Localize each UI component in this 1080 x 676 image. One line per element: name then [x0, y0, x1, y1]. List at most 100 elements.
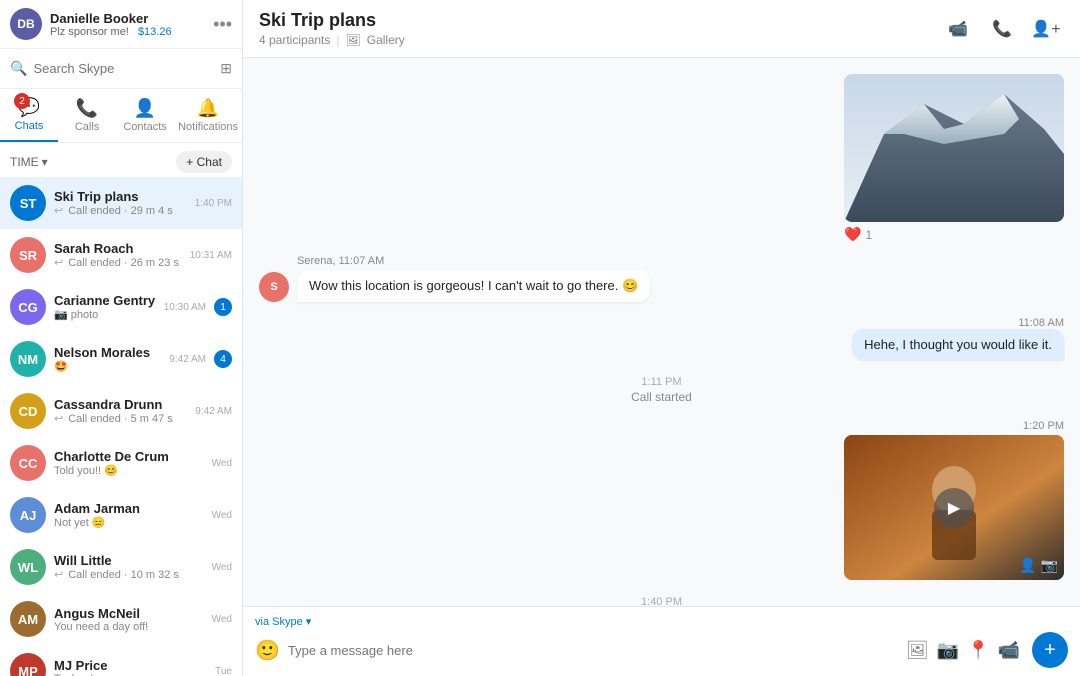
play-button[interactable]: ▶	[934, 488, 974, 528]
notifications-icon: 🔔	[197, 98, 219, 119]
chat-time: 9:42 AM	[195, 406, 232, 417]
search-input[interactable]	[33, 55, 214, 82]
avatar: S	[259, 272, 289, 302]
location-button[interactable]: 📍	[967, 640, 989, 661]
chat-time: 1:40 PM	[195, 198, 232, 209]
chat-item-angus-mcneil[interactable]: AM Angus McNeil You need a day off! Wed	[0, 593, 242, 645]
video-message-button[interactable]: 📹	[998, 640, 1020, 661]
chat-item-mj-price[interactable]: MP MJ Price Teehee! Tue	[0, 645, 242, 676]
snow-image	[844, 74, 1064, 222]
chat-item-cassandra-drunn[interactable]: CD Cassandra Drunn ↩ Call ended · 5 m 47…	[0, 385, 242, 437]
chat-time: 9:42 AM	[169, 354, 206, 365]
message-bubble: Hehe, I thought you would like it.	[852, 329, 1064, 360]
chat-time: 10:31 AM	[190, 250, 232, 261]
calls-icon: 📞	[76, 98, 98, 119]
chat-preview: Told you!! 😊	[54, 464, 204, 477]
chat-subtitle: 4 participants | 🖼 Gallery	[259, 33, 405, 47]
add-participant-button[interactable]: 👤+	[1028, 11, 1064, 47]
avatar: ST	[10, 185, 46, 221]
avatar: SR	[10, 237, 46, 273]
chat-name: Cassandra Drunn	[54, 397, 187, 412]
chat-name: Angus McNeil	[54, 606, 204, 621]
call-icon: ↩	[54, 204, 63, 217]
avatar[interactable]: DB	[10, 8, 42, 40]
video-thumbnail: ▶ 👤 📷	[844, 435, 1064, 580]
tab-notifications[interactable]: 🔔 Notifications	[174, 89, 242, 142]
new-chat-button[interactable]: + Chat	[176, 151, 232, 173]
chat-item-adam-jarman[interactable]: AJ Adam Jarman Not yet 😑 Wed	[0, 489, 242, 541]
chat-preview: ↩ Call ended · 26 m 23 s	[54, 256, 182, 269]
sidebar: DB Danielle Booker Plz sponsor me! $13.2…	[0, 0, 243, 676]
more-options-icon[interactable]: •••	[213, 14, 232, 35]
emoji-button[interactable]: 🙂	[255, 638, 280, 663]
call-icon: ↩	[54, 256, 63, 269]
sender-time: Serena, 11:07 AM	[297, 255, 650, 267]
avatar-icon: 👤	[1019, 557, 1036, 574]
tab-contacts[interactable]: 👤 Contacts	[116, 89, 174, 142]
chat-name: Sarah Roach	[54, 241, 182, 256]
avatar: CC	[10, 445, 46, 481]
image-message-row: ❤️ 1	[259, 74, 1064, 243]
chat-preview: Not yet 😑	[54, 516, 204, 529]
chat-preview: 🤩	[54, 360, 161, 373]
call-icon: ↩	[54, 568, 63, 581]
search-bar: 🔍 ⊞	[0, 49, 242, 89]
avatar: WL	[10, 549, 46, 585]
chat-header: Ski Trip plans 4 participants | 🖼 Galler…	[243, 0, 1080, 58]
profile-info: Danielle Booker Plz sponsor me! $13.26	[50, 11, 205, 38]
chat-item-will-little[interactable]: WL Will Little ↩ Call ended · 10 m 32 s …	[0, 541, 242, 593]
avatar: CD	[10, 393, 46, 429]
chat-item-ski-trip[interactable]: ST Ski Trip plans ↩ Call ended · 29 m 4 …	[0, 177, 242, 229]
heart-reaction: ❤️ 1	[844, 226, 1064, 243]
chat-item-charlotte-de-crum[interactable]: CC Charlotte De Crum Told you!! 😊 Wed	[0, 437, 242, 489]
chat-item-carianne-gentry[interactable]: CG Carianne Gentry 📷 photo 10:30 AM 1	[0, 281, 242, 333]
message-input[interactable]	[288, 637, 898, 664]
chat-name: Charlotte De Crum	[54, 449, 204, 464]
call-icon: ↩	[54, 412, 63, 425]
chats-badge: 2	[14, 93, 30, 109]
compose-icon[interactable]: ⊞	[220, 60, 232, 77]
video-call-button[interactable]: 📹	[940, 11, 976, 47]
video-message-row: 1:20 PM	[259, 420, 1064, 580]
search-icon: 🔍	[10, 60, 27, 77]
chat-preview: ↩ Call ended · 10 m 32 s	[54, 568, 204, 581]
avatar: NM	[10, 341, 46, 377]
profile-status: Plz sponsor me! $13.26	[50, 26, 205, 38]
chat-item-nelson-morales[interactable]: NM Nelson Morales 🤩 9:42 AM 4	[0, 333, 242, 385]
chat-name: Adam Jarman	[54, 501, 204, 516]
chat-preview: 📷 photo	[54, 308, 156, 321]
video-message: 1:20 PM	[844, 420, 1064, 580]
voice-call-button[interactable]: 📞	[984, 11, 1020, 47]
unread-badge: 4	[214, 350, 232, 368]
media-button[interactable]: 🖼	[906, 640, 929, 661]
chat-time: Wed	[212, 510, 232, 521]
chat-time: 10:30 AM	[164, 302, 206, 313]
chat-name: MJ Price	[54, 658, 207, 673]
message-row-right: 11:08 AM Hehe, I thought you would like …	[259, 314, 1064, 360]
chat-time: Wed	[212, 562, 232, 573]
avatar: AM	[10, 601, 46, 637]
chat-name: Will Little	[54, 553, 204, 568]
tab-calls[interactable]: 📞 Calls	[58, 89, 116, 142]
chat-preview: You need a day off!	[54, 621, 204, 633]
main-content: Ski Trip plans 4 participants | 🖼 Galler…	[243, 0, 1080, 676]
avatar: MP	[10, 653, 46, 676]
chat-list-header: TIME ▾ + Chat	[0, 143, 242, 177]
via-skype-label[interactable]: via Skype ▾	[255, 615, 1068, 628]
header-actions: 📹 📞 👤+	[940, 11, 1064, 47]
chat-preview: Teehee!	[54, 673, 207, 676]
add-button[interactable]: +	[1032, 632, 1068, 668]
chat-item-sarah-roach[interactable]: SR Sarah Roach ↩ Call ended · 26 m 23 s …	[0, 229, 242, 281]
input-row: 🙂 🖼 📷 📍 📹 +	[255, 632, 1068, 668]
tab-chats[interactable]: 💬 Chats 2	[0, 89, 58, 142]
unread-badge: 1	[214, 298, 232, 316]
message-content: 11:08 AM Hehe, I thought you would like …	[852, 314, 1064, 360]
chat-time: Wed	[212, 458, 232, 469]
chat-name: Nelson Morales	[54, 345, 161, 360]
gallery-icon: 🖼	[346, 33, 361, 47]
sort-label[interactable]: TIME ▾	[10, 155, 48, 169]
avatar: AJ	[10, 497, 46, 533]
chat-preview: ↩ Call ended · 5 m 47 s	[54, 412, 187, 425]
image-button[interactable]: 📷	[937, 640, 959, 661]
chat-time: Tue	[215, 666, 232, 676]
